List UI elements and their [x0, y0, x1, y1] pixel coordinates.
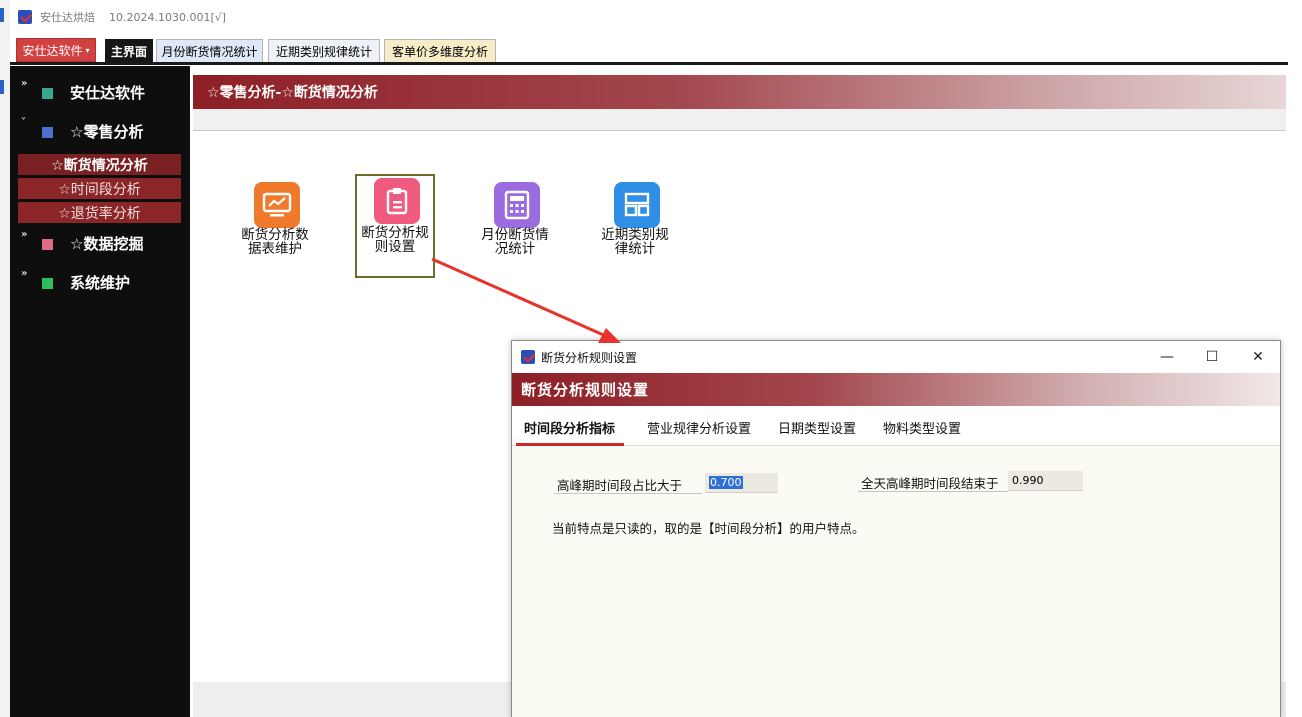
dialog-tabs: 时间段分析指标 营业规律分析设置 日期类型设置 物料类型设置 [512, 406, 1280, 446]
sidebar-item-stockout[interactable]: ☆断货情况分析 [18, 154, 181, 175]
sidebar: » 安仕达软件 ˅ ☆零售分析 ☆断货情况分析 ☆时间段分析 ☆退货率分析 » … [10, 66, 190, 717]
dialog-header: 断货分析规则设置 [512, 373, 1280, 406]
tab-row: 安仕达软件 ▾ 主界面 月份断货情况统计 近期类别规律统计 客单价多维度分析 [10, 34, 1288, 65]
pink-square-icon [42, 239, 53, 250]
maximize-button[interactable]: ☐ [1197, 346, 1227, 368]
tab-timeslot-metrics[interactable]: 时间段分析指标 [524, 418, 615, 437]
sidebar-group-label: ☆数据挖掘 [70, 235, 144, 253]
tile-label: 近期类别规 律统计 [601, 227, 669, 257]
tab-recent-category[interactable]: 近期类别规律统计 [268, 39, 380, 62]
calculator-icon [494, 182, 540, 228]
app-logo-icon [521, 350, 535, 364]
peak-ratio-label: 高峰期时间段占比大于 [557, 478, 683, 493]
tile-stockout-data[interactable]: 断货分析数 据表维护 [235, 176, 315, 280]
tile-stockout-rules[interactable]: 断货分析规 则设置 [355, 174, 435, 278]
tab-date-type[interactable]: 日期类型设置 [778, 418, 856, 437]
expand-chevron-icon: » [21, 78, 28, 89]
edge-marker [0, 8, 4, 22]
rules-dialog: 断货分析规则设置 — ☐ ✕ 断货分析规则设置 时间段分析指标 营业规律分析设置… [511, 340, 1281, 717]
tab-material-type[interactable]: 物料类型设置 [883, 418, 961, 437]
app-logo-icon [18, 10, 32, 24]
expand-chevron-icon: » [21, 268, 28, 279]
field-underline [554, 493, 702, 494]
teal-square-icon [42, 88, 53, 99]
caret-down-icon: ▾ [85, 45, 90, 55]
app-window: 安仕达烘焙 10.2024.1030.001[√] 安仕达软件 ▾ 主界面 月份… [0, 0, 1302, 717]
blue-square-icon [42, 127, 53, 138]
peak-ratio-input[interactable]: 0.700 [705, 473, 778, 493]
allday-end-input[interactable]: 0.990 [1008, 471, 1083, 491]
sidebar-group-retail[interactable]: ˅ ☆零售分析 [10, 113, 190, 149]
dialog-title: 断货分析规则设置 [541, 350, 638, 365]
clipboard-icon [374, 178, 420, 224]
tile-monthly-stockout[interactable]: 月份断货情 况统计 [475, 176, 555, 280]
sidebar-group-label: ☆零售分析 [70, 123, 144, 141]
active-tab-indicator [516, 443, 624, 446]
tile-recent-category[interactable]: 近期类别规 律统计 [595, 176, 675, 280]
sidebar-group-datamining[interactable]: » ☆数据挖掘 [10, 225, 190, 261]
tab-monthly-stockout[interactable]: 月份断货情况统计 [156, 39, 263, 62]
sidebar-group-system[interactable]: » 系统维护 [10, 264, 190, 300]
sidebar-group-software[interactable]: » 安仕达软件 [10, 74, 190, 110]
close-button[interactable]: ✕ [1243, 346, 1273, 368]
toolbar-strip [193, 109, 1286, 131]
dialog-titlebar: 断货分析规则设置 — ☐ ✕ [512, 341, 1280, 373]
tab-home[interactable]: 主界面 [105, 39, 153, 62]
expand-chevron-icon: » [21, 229, 28, 240]
tile-label: 断货分析数 据表维护 [241, 227, 309, 257]
sidebar-item-timeslot[interactable]: ☆时间段分析 [18, 178, 181, 199]
sidebar-item-return-rate[interactable]: ☆退货率分析 [18, 202, 181, 223]
page-title: ☆零售分析-☆断货情况分析 [193, 75, 1286, 109]
tab-per-customer[interactable]: 客单价多维度分析 [384, 39, 496, 62]
title-bar: 安仕达烘焙 10.2024.1030.001[√] [10, 0, 1288, 34]
green-square-icon [42, 278, 53, 289]
edge-marker [0, 80, 4, 94]
field-underline [858, 491, 1008, 492]
sidebar-group-label: 系统维护 [70, 274, 131, 292]
tab-divider [10, 62, 1288, 65]
app-title: 安仕达烘焙 [40, 11, 95, 24]
tile-label: 断货分析规 则设置 [361, 225, 429, 255]
collapse-chevron-icon: ˅ [21, 117, 26, 128]
left-edge [0, 0, 10, 717]
tile-label: 月份断货情 况统计 [481, 227, 549, 257]
main-menu-label: 安仕达软件 [22, 43, 83, 58]
dialog-body: 高峰期时间段占比大于 0.700 全天高峰期时间段结束于 0.990 当前特点是… [512, 447, 1280, 717]
allday-end-label: 全天高峰期时间段结束于 [861, 476, 999, 491]
layout-icon [614, 182, 660, 228]
minimize-button[interactable]: — [1152, 346, 1182, 368]
app-version: 10.2024.1030.001[√] [109, 10, 227, 24]
sidebar-group-label: 安仕达软件 [70, 84, 146, 102]
main-menu-button[interactable]: 安仕达软件 ▾ [16, 38, 96, 62]
chart-monitor-icon [254, 182, 300, 228]
readonly-note: 当前特点是只读的，取的是【时间段分析】的用户特点。 [552, 521, 865, 536]
tab-business-pattern[interactable]: 营业规律分析设置 [647, 418, 751, 437]
